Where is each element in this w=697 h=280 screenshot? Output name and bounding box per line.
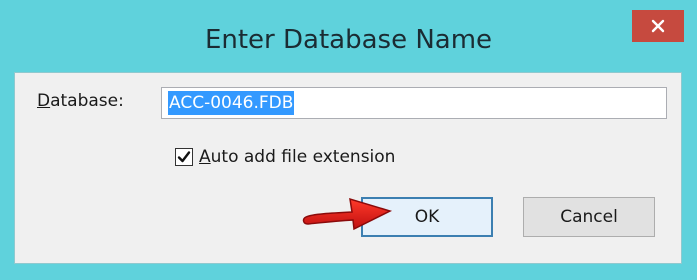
- title-bar[interactable]: Enter Database Name: [0, 0, 697, 80]
- red-arrow-icon: [302, 197, 393, 231]
- auto-extension-mnemonic: A: [199, 147, 211, 167]
- close-x-icon: [651, 19, 665, 33]
- close-button[interactable]: [632, 10, 684, 42]
- database-label-mnemonic: D: [37, 91, 51, 111]
- auto-extension-text: uto add file extension: [210, 147, 396, 167]
- database-label-text: atabase:: [50, 91, 124, 111]
- database-label: Database:: [37, 91, 124, 111]
- auto-extension-label: Auto add file extension: [199, 147, 395, 167]
- dialog-title: Enter Database Name: [204, 25, 493, 55]
- auto-extension-option[interactable]: Auto add file extension: [175, 147, 395, 167]
- dialog-window: Enter Database Name Database: ACC-0046.F…: [0, 0, 697, 280]
- cancel-button[interactable]: Cancel: [523, 197, 655, 237]
- checkmark-icon: [177, 151, 191, 163]
- database-input-value: ACC-0046.FDB: [168, 91, 295, 115]
- auto-extension-checkbox[interactable]: [175, 148, 193, 166]
- database-input[interactable]: ACC-0046.FDB: [161, 87, 667, 119]
